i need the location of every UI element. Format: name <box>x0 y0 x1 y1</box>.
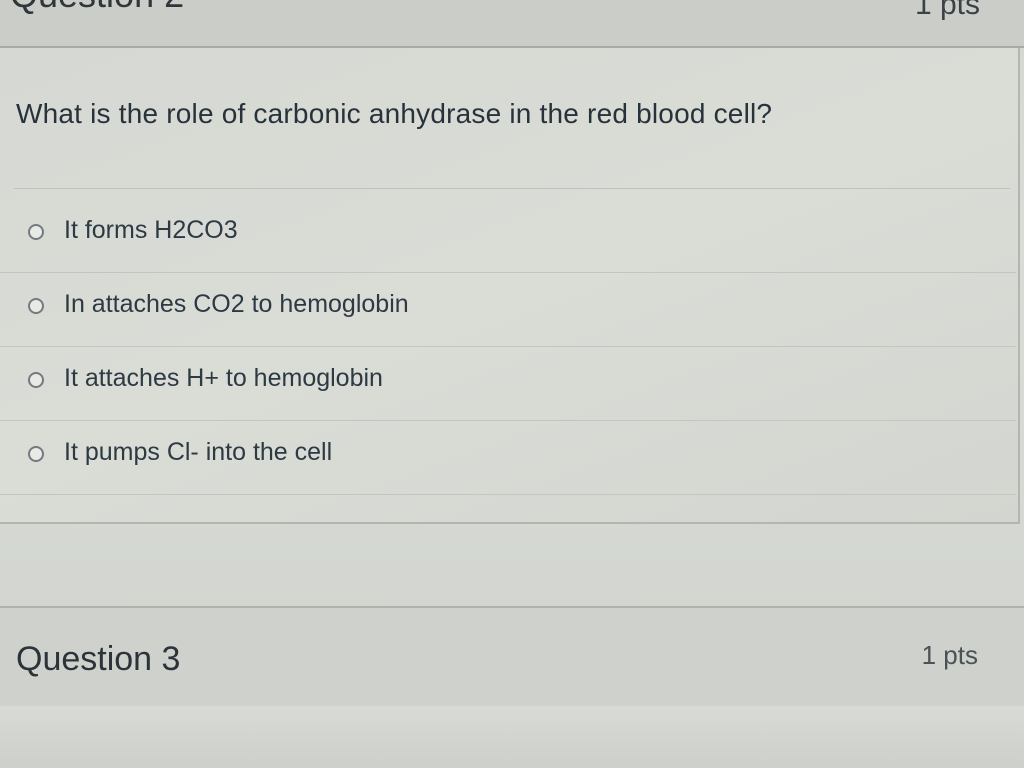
radio-button[interactable] <box>28 372 44 388</box>
answer-option[interactable]: It attaches H+ to hemoglobin <box>0 346 1016 421</box>
divider <box>14 188 1010 189</box>
question-text: What is the role of carbonic anhydrase i… <box>16 98 773 129</box>
radio-button[interactable] <box>28 224 44 240</box>
answer-label[interactable]: It attaches H+ to hemoglobin <box>64 364 383 393</box>
answer-option[interactable]: It pumps Cl- into the cell <box>0 420 1016 495</box>
next-question-title: Question 3 <box>16 640 181 678</box>
next-question-body <box>0 706 1024 768</box>
previous-question-header: Question 2 1 pts <box>0 0 1024 48</box>
next-question-points: 1 pts <box>921 640 978 670</box>
answer-label[interactable]: In attaches CO2 to hemoglobin <box>64 290 409 319</box>
answer-option[interactable]: In attaches CO2 to hemoglobin <box>0 272 1016 347</box>
next-question-header: Question 3 1 pts <box>0 606 1024 708</box>
radio-button[interactable] <box>28 446 44 462</box>
previous-question-title: Question 2 <box>10 0 184 16</box>
answer-label[interactable]: It pumps Cl- into the cell <box>64 438 332 467</box>
answer-label[interactable]: It forms H2CO3 <box>64 216 238 245</box>
answer-option[interactable]: It forms H2CO3 <box>0 198 1016 273</box>
radio-button[interactable] <box>28 298 44 314</box>
question-body: What is the role of carbonic anhydrase i… <box>0 48 1020 524</box>
previous-question-points: 1 pts <box>914 0 980 21</box>
